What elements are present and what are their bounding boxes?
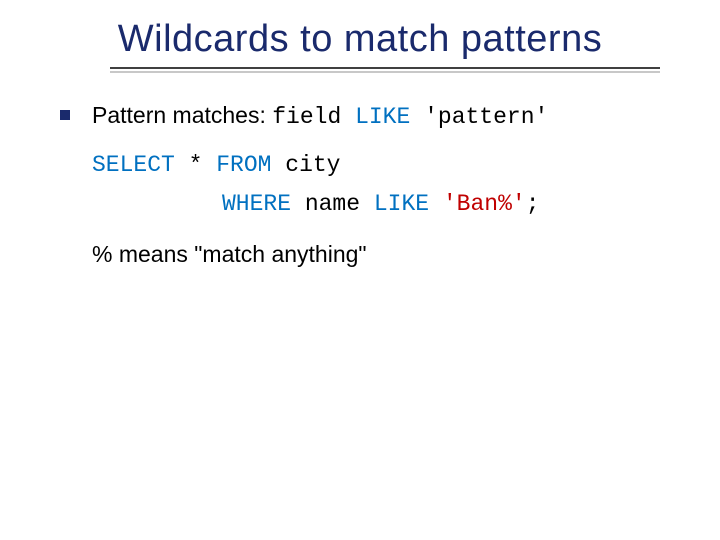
sql-string: 'Ban%' [443, 191, 526, 217]
intro-plain: Pattern matches: [92, 102, 272, 128]
intro-code-kw: LIKE [355, 104, 410, 130]
rule-light [110, 71, 660, 73]
kw-select: SELECT [92, 152, 175, 178]
bullet-content: Pattern matches: field LIKE 'pattern' SE… [92, 101, 660, 269]
sql-t5: ; [526, 191, 540, 217]
note-line: % means "match anything" [92, 240, 660, 269]
kw-like: LIKE [374, 191, 429, 217]
intro-line: Pattern matches: field LIKE 'pattern' [92, 101, 660, 132]
title-block: Wildcards to match patterns [0, 0, 720, 61]
square-bullet-icon [60, 110, 70, 120]
sql-t3: name [291, 191, 374, 217]
title-underline [110, 67, 660, 73]
slide-title: Wildcards to match patterns [118, 18, 602, 60]
intro-code-post: 'pattern' [410, 104, 548, 130]
bullet-row: Pattern matches: field LIKE 'pattern' SE… [60, 101, 660, 269]
intro-code-pre: field [272, 104, 355, 130]
sql-line-2: WHERE name LIKE 'Ban%'; [92, 185, 660, 224]
slide: Wildcards to match patterns Pattern matc… [0, 0, 720, 540]
sql-t2: city [271, 152, 340, 178]
body: Pattern matches: field LIKE 'pattern' SE… [60, 101, 660, 269]
sql-t1: * [175, 152, 216, 178]
sql-block: SELECT * FROM city WHERE name LIKE 'Ban%… [92, 146, 660, 224]
kw-where: WHERE [222, 191, 291, 217]
sql-line-1: SELECT * FROM city [92, 146, 660, 185]
rule-dark [110, 67, 660, 69]
sql-t4 [429, 191, 443, 217]
kw-from: FROM [216, 152, 271, 178]
